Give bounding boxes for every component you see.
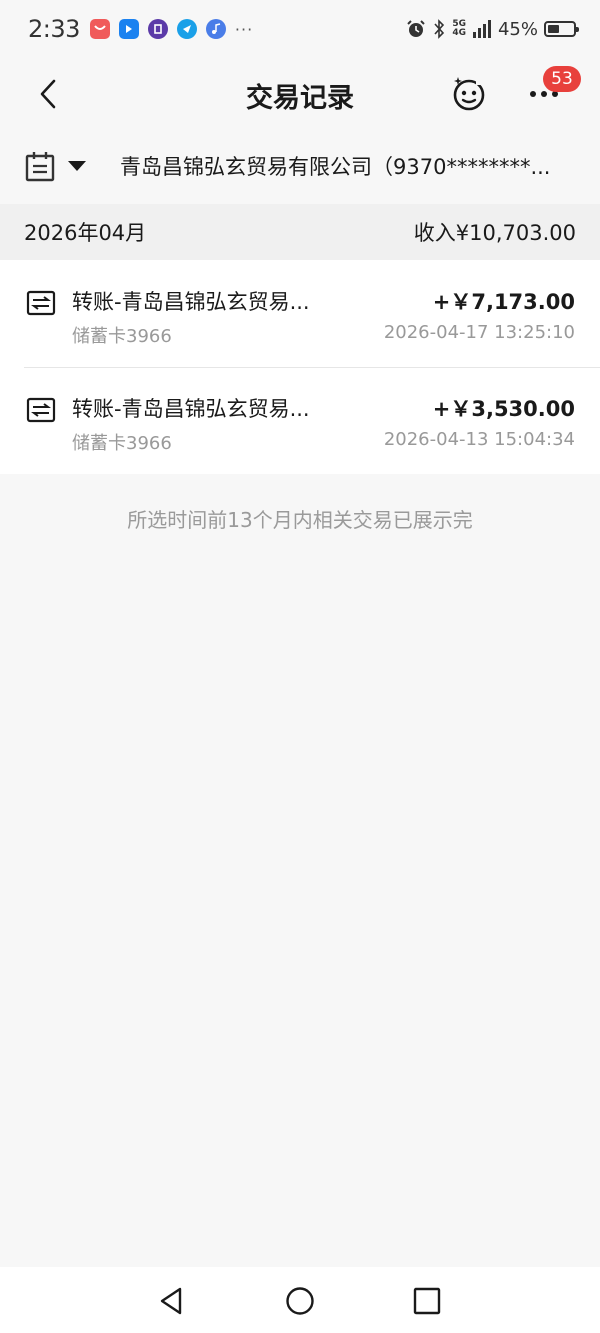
- battery-percent: 45%: [497, 18, 538, 40]
- transaction-card: 储蓄卡3966: [72, 433, 172, 454]
- back-button[interactable]: [30, 76, 66, 112]
- month-label: 2026年04月: [24, 221, 147, 245]
- purple-tie-icon: [147, 19, 168, 39]
- end-of-list-note: 所选时间前13个月内相关交易已展示完: [127, 508, 473, 532]
- signal-icon: [472, 20, 491, 38]
- transaction-item[interactable]: 转账-青岛昌锦弘玄贸易... +￥3,530.00 储蓄卡3966 2026-0…: [0, 367, 600, 474]
- more-dots-icon: ···: [234, 19, 254, 39]
- app-header: 交易记录: [0, 58, 600, 132]
- bluetooth-icon: [434, 19, 445, 39]
- battery-icon: [544, 21, 579, 37]
- transfer-icon: [26, 290, 56, 316]
- transaction-title: 转账-青岛昌锦弘玄贸易...: [72, 397, 310, 421]
- nav-recents-icon[interactable]: [411, 1285, 443, 1317]
- month-summary: 2026年04月 收入¥10,703.00: [0, 204, 600, 260]
- status-bar: 2:33 ··· 5G 4G 45%: [0, 0, 600, 58]
- assistant-button[interactable]: [450, 74, 488, 112]
- account-filter-row: 青岛昌锦弘玄贸易有限公司（9370********...: [0, 134, 600, 198]
- transaction-title: 转账-青岛昌锦弘玄贸易...: [72, 290, 310, 314]
- chevron-left-icon: [40, 79, 56, 109]
- transaction-time: 2026-04-13 15:04:34: [383, 429, 575, 450]
- blue-app-icon: [118, 19, 139, 39]
- notification-badge: 53: [543, 66, 581, 92]
- account-selector[interactable]: 青岛昌锦弘玄贸易有限公司（9370********...: [120, 151, 580, 181]
- network-type: 5G 4G: [452, 19, 466, 38]
- calendar-icon: [25, 152, 55, 182]
- transaction-time: 2026-04-17 13:25:10: [383, 322, 575, 343]
- notification-icons: ···: [89, 19, 254, 39]
- nav-back-icon[interactable]: [156, 1285, 188, 1317]
- transaction-amount: +￥3,530.00: [432, 397, 575, 421]
- transfer-icon: [26, 397, 56, 423]
- month-income: 收入¥10,703.00: [413, 221, 576, 245]
- transaction-amount: +￥7,173.00: [432, 290, 575, 314]
- alarm-icon: [407, 20, 426, 37]
- red-shopping-icon: [89, 19, 110, 39]
- system-navigation-bar: [0, 1267, 600, 1333]
- calendar-button[interactable]: [24, 150, 56, 182]
- system-status: 5G 4G 45%: [406, 18, 579, 40]
- cyan-app-icon: [176, 19, 197, 39]
- music-icon: [205, 19, 226, 39]
- nav-home-icon[interactable]: [284, 1285, 316, 1317]
- transaction-item[interactable]: 转账-青岛昌锦弘玄贸易... +￥7,173.00 储蓄卡3966 2026-0…: [0, 260, 600, 367]
- battery-fill: [548, 25, 559, 33]
- page-title: 交易记录: [246, 83, 354, 114]
- transaction-card: 储蓄卡3966: [72, 326, 172, 347]
- transaction-list: 转账-青岛昌锦弘玄贸易... +￥7,173.00 储蓄卡3966 2026-0…: [0, 260, 600, 474]
- filter-dropdown-arrow-icon[interactable]: [68, 161, 86, 171]
- status-time: 2:33: [28, 15, 80, 43]
- smart-assistant-icon: [453, 77, 485, 111]
